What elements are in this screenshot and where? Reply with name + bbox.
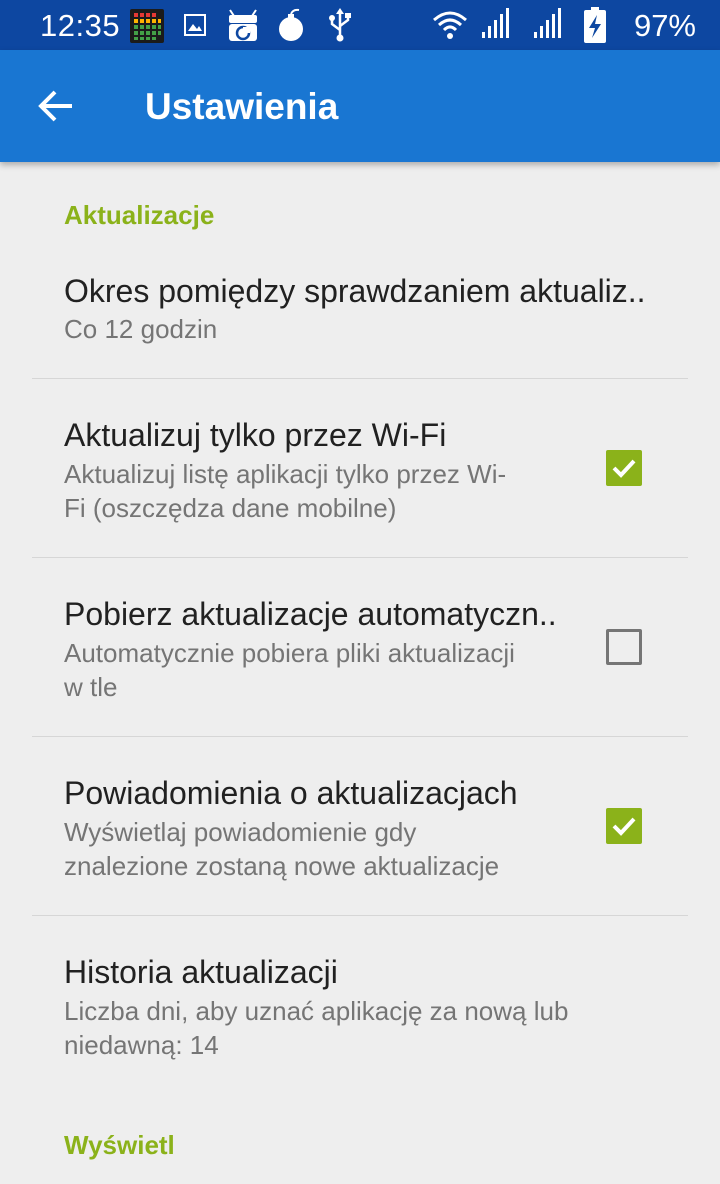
pref-title: Pobierz aktualizacje automatyczn.. [64, 596, 557, 632]
back-button[interactable] [28, 78, 84, 134]
pref-title: Okres pomiędzy sprawdzaniem aktualiz.. [64, 273, 644, 309]
pref-wifi-only[interactable]: Aktualizuj tylko przez Wi-Fi Aktualizuj … [0, 379, 720, 557]
check-icon [612, 459, 636, 478]
pref-summary: Wyświetlaj powiadomienie gdy znalezione … [64, 817, 500, 881]
image-icon [184, 14, 206, 41]
pref-summary: Automatycznie pobiera pliki aktualizacji… [64, 638, 515, 702]
wifi-only-checkbox[interactable] [606, 450, 642, 486]
battery-charging-icon [584, 7, 606, 48]
pref-update-interval[interactable]: Okres pomiędzy sprawdzaniem aktualiz.. C… [0, 247, 720, 377]
wifi-icon [432, 10, 468, 45]
pref-notifications[interactable]: Powiadomienia o aktualizacjach Wyświetla… [0, 737, 720, 915]
check-icon [612, 817, 636, 836]
pref-summary: Liczba dni, aby uznać aplikację za nową … [64, 996, 569, 1060]
pref-summary: Aktualizuj listę aplikacji tylko przez W… [64, 459, 507, 523]
pref-title: Aktualizuj tylko przez Wi-Fi [64, 417, 447, 453]
page-title: Ustawienia [145, 86, 339, 127]
notifications-checkbox[interactable] [606, 808, 642, 844]
pref-title: Historia aktualizacji [64, 954, 338, 990]
status-bar: 12:35 97% [0, 0, 720, 50]
app-bar: Ustawienia [0, 50, 720, 162]
signal-icon [480, 8, 512, 45]
battery-percent: 97% [633, 8, 696, 43]
status-time: 12:35 [40, 8, 121, 43]
pref-history[interactable]: Historia aktualizacji Liczba dni, aby uz… [0, 916, 720, 1094]
pref-auto-download[interactable]: Pobierz aktualizacje automatyczn.. Autom… [0, 558, 720, 736]
category-header-updates: Aktualizacje [64, 200, 215, 230]
signal-icon [532, 8, 564, 45]
equalizer-app-icon [130, 9, 164, 48]
bomb-icon [278, 8, 306, 47]
arrow-back-icon [38, 90, 72, 122]
usb-icon [328, 8, 352, 47]
pref-summary: Co 12 godzin [64, 314, 218, 344]
category-header-display: Wyświetl [64, 1130, 175, 1160]
auto-download-checkbox[interactable] [606, 629, 642, 665]
fdroid-icon [226, 8, 260, 47]
pref-title: Powiadomienia o aktualizacjach [64, 775, 518, 811]
